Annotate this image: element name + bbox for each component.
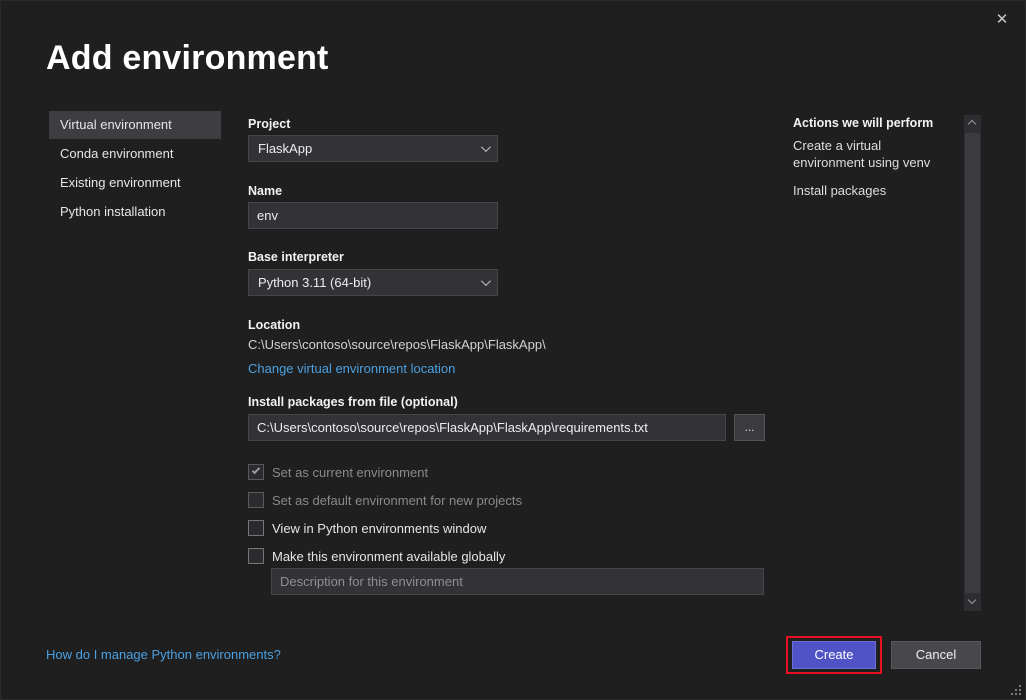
base-interpreter-dropdown[interactable]: Python 3.11 (64-bit) — [248, 269, 498, 296]
base-interpreter-dropdown-value: Python 3.11 (64-bit) — [258, 275, 371, 290]
chevron-down-icon — [481, 142, 491, 152]
action-item: Create a virtual environment using venv — [793, 138, 953, 172]
requirements-file-input[interactable] — [248, 414, 726, 441]
close-icon[interactable]: ✕ — [991, 9, 1013, 31]
checkbox-icon[interactable] — [248, 548, 264, 564]
manage-environments-help-link[interactable]: How do I manage Python environments? — [46, 647, 281, 662]
sidebar-item-virtual-environment[interactable]: Virtual environment — [49, 111, 221, 139]
checkbox-label: Set as current environment — [272, 465, 428, 480]
checkbox-label: View in Python environments window — [272, 521, 486, 536]
checkbox-view-in-environments-window[interactable]: View in Python environments window — [248, 520, 486, 536]
name-label: Name — [248, 184, 282, 198]
add-environment-dialog: ✕ Add environment Virtual environment Co… — [0, 0, 1026, 700]
actions-panel-title: Actions we will perform — [793, 116, 953, 130]
location-path: C:\Users\contoso\source\repos\FlaskApp\F… — [248, 337, 546, 352]
checkbox-label: Set as default environment for new proje… — [272, 493, 522, 508]
checkbox-icon[interactable] — [248, 492, 264, 508]
actions-panel: Actions we will perform Create a virtual… — [793, 116, 953, 211]
sidebar-item-conda-environment[interactable]: Conda environment — [49, 140, 221, 168]
checkbox-icon[interactable] — [248, 520, 264, 536]
project-dropdown-value: FlaskApp — [258, 141, 312, 156]
environment-type-sidebar: Virtual environment Conda environment Ex… — [49, 111, 221, 227]
description-input[interactable] — [271, 568, 764, 595]
checkbox-set-current-environment[interactable]: Set as current environment — [248, 464, 428, 480]
vertical-scrollbar[interactable] — [964, 115, 981, 611]
cancel-button[interactable]: Cancel — [891, 641, 981, 669]
project-label: Project — [248, 117, 290, 131]
page-title: Add environment — [46, 39, 329, 78]
scrollbar-thumb[interactable] — [965, 133, 980, 593]
checkbox-icon[interactable] — [248, 464, 264, 480]
resize-grip-icon[interactable] — [1009, 683, 1023, 697]
location-label: Location — [248, 318, 300, 332]
action-item: Install packages — [793, 183, 953, 200]
base-interpreter-label: Base interpreter — [248, 250, 344, 264]
project-dropdown[interactable]: FlaskApp — [248, 135, 498, 162]
change-location-link[interactable]: Change virtual environment location — [248, 361, 455, 376]
checkbox-make-available-globally[interactable]: Make this environment available globally — [248, 548, 505, 564]
checkbox-label: Make this environment available globally — [272, 549, 505, 564]
check-icon — [252, 466, 260, 474]
chevron-down-icon — [481, 276, 491, 286]
scroll-up-icon[interactable] — [964, 115, 981, 132]
browse-button[interactable]: ... — [734, 414, 765, 441]
sidebar-item-python-installation[interactable]: Python installation — [49, 198, 221, 226]
sidebar-item-existing-environment[interactable]: Existing environment — [49, 169, 221, 197]
create-button[interactable]: Create — [792, 641, 876, 669]
scroll-down-icon[interactable] — [964, 594, 981, 611]
name-input[interactable] — [248, 202, 498, 229]
install-packages-label: Install packages from file (optional) — [248, 395, 458, 409]
checkbox-set-default-environment[interactable]: Set as default environment for new proje… — [248, 492, 522, 508]
